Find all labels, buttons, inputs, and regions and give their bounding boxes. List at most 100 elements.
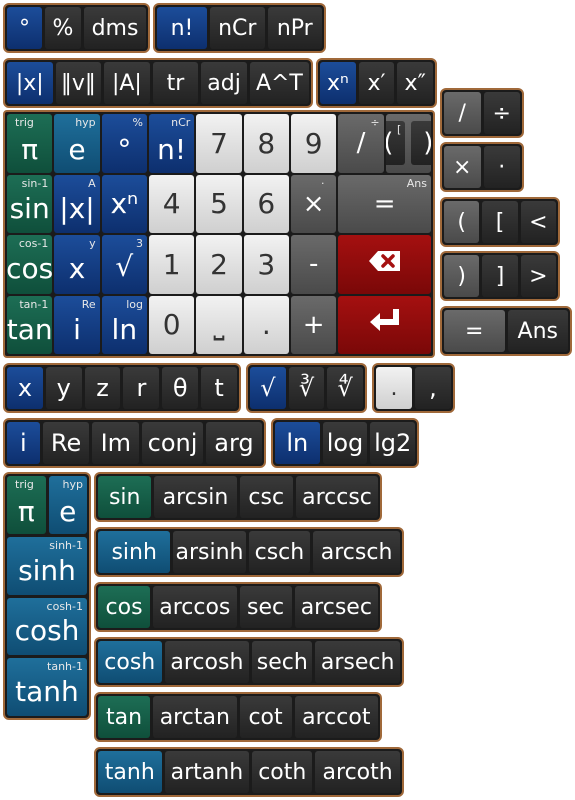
factorial-keypad-key[interactable]: nCr n! [148,114,195,173]
divide-key[interactable]: ÷ [483,92,520,134]
backspace-key[interactable] [338,235,431,294]
dot-key[interactable]: · [483,146,520,188]
less-than-key[interactable]: < [520,201,556,243]
arsinh-key[interactable]: arsinh [173,531,246,573]
digit-6-key[interactable]: 6 [243,174,289,233]
conjugate-key[interactable]: conj [142,422,203,464]
arccos-key[interactable]: arccos [153,586,237,628]
degree-keypad-key[interactable]: % ° [101,114,147,173]
root-key[interactable]: 3 √ [101,235,147,294]
equals-key[interactable]: = [444,310,505,352]
sin-fn-key[interactable]: sin [98,476,152,518]
pi-key[interactable]: trig π [7,114,53,173]
cosh-fn-key[interactable]: cosh [98,641,162,683]
power-keypad-key[interactable]: xⁿ [101,174,147,233]
digit-2-key[interactable]: 2 [196,235,242,294]
sech-key[interactable]: sech [252,641,313,683]
argument-key[interactable]: arg [205,422,263,464]
open-paren-keypad-key[interactable]: [ ( [385,121,406,166]
imaginary-key[interactable]: Re i [54,295,100,354]
arcsec-key[interactable]: arcsec [294,586,378,628]
close-square-key[interactable]: ] [482,255,518,297]
digit-5-key[interactable]: 5 [196,174,242,233]
digit-4-key[interactable]: 4 [148,174,195,233]
equals-keypad-key[interactable]: Ans = [338,174,431,233]
csc-key[interactable]: csc [239,476,293,518]
digit-7-key[interactable]: 7 [196,114,242,173]
close-paren-key[interactable]: ) [444,255,480,297]
double-prime-key[interactable]: x″ [397,62,434,104]
times-key[interactable]: × [444,146,481,188]
ln-keypad-key[interactable]: log ln [101,295,147,354]
var-theta-key[interactable]: θ [162,367,199,409]
abs-keypad-key[interactable]: A |x| [54,174,100,233]
arcosh-key[interactable]: arcosh [164,641,250,683]
var-r-key[interactable]: r [123,367,160,409]
log-key[interactable]: log [322,422,368,464]
var-y-key[interactable]: y [45,367,82,409]
comma-key[interactable]: , [415,367,451,409]
cbrt-key[interactable]: ∛ [288,367,325,409]
var-x-key[interactable]: x [7,367,43,409]
greater-than-key[interactable]: > [520,255,556,297]
cot-key[interactable]: cot [239,696,292,738]
determinant-key[interactable]: |A| [104,62,150,104]
sinh-fn-key[interactable]: sinh [98,531,171,573]
tan-fn-key[interactable]: tan [98,696,151,738]
ncr-key[interactable]: nCr [210,7,265,49]
tanh-key[interactable]: tanh-1 tanh [7,658,87,716]
paren-pair-key[interactable]: [ ( ] ) [385,114,431,173]
sinh-key[interactable]: sinh-1 sinh [7,536,87,595]
arccsc-key[interactable]: arccsc [295,476,378,518]
artanh-key[interactable]: artanh [164,751,250,793]
csch-key[interactable]: csch [248,531,311,573]
sec-key[interactable]: sec [239,586,292,628]
fourth-root-key[interactable]: ∜ [327,367,364,409]
open-paren-key[interactable]: ( [444,201,480,243]
ln-key[interactable]: ln [275,422,320,464]
sqrt-key[interactable]: √ [250,367,286,409]
cosh-key[interactable]: cosh-1 cosh [7,597,87,656]
real-part-key[interactable]: Re [42,422,90,464]
slash-keypad-key[interactable]: ÷ / [338,114,384,173]
abs-key[interactable]: |x| [7,62,53,104]
tan-key[interactable]: tan-1 tan [7,295,53,354]
arcsin-key[interactable]: arcsin [154,476,237,518]
space-key[interactable]: ⎵ [196,295,242,354]
cos-fn-key[interactable]: cos [98,586,151,628]
digit-3-key[interactable]: 3 [243,235,289,294]
e-toggle-key[interactable]: hyp e [48,476,87,534]
minus-key[interactable]: - [290,235,337,294]
open-square-key[interactable]: [ [482,201,518,243]
factorial-key[interactable]: n! [157,7,207,49]
digit-0-key[interactable]: 0 [148,295,195,354]
coth-key[interactable]: coth [252,751,313,793]
arcsch-key[interactable]: arcsch [313,531,400,573]
npr-key[interactable]: nPr [267,7,322,49]
prime-key[interactable]: x′ [358,62,395,104]
digit-8-key[interactable]: 8 [243,114,289,173]
transpose-key[interactable]: A^T [249,62,310,104]
degree-key[interactable]: ° [7,7,42,49]
x-power-y-key[interactable]: y x [54,235,100,294]
imag-part-key[interactable]: Im [92,422,140,464]
imaginary-unit-key[interactable]: i [7,422,40,464]
vector-norm-key[interactable]: ‖v‖ [55,62,102,104]
lg2-key[interactable]: lg2 [370,422,416,464]
ans-key[interactable]: Ans [507,310,568,352]
digit-9-key[interactable]: 9 [290,114,337,173]
arsech-key[interactable]: arsech [315,641,400,683]
var-t-key[interactable]: t [201,367,237,409]
decimal-key[interactable]: . [243,295,289,354]
digit-1-key[interactable]: 1 [148,235,195,294]
times-keypad-key[interactable]: · × [290,174,337,233]
cos-key[interactable]: cos-1 cos [7,235,53,294]
plus-key[interactable]: + [290,295,337,354]
close-paren-keypad-key[interactable]: ] ) [411,121,431,166]
arccot-key[interactable]: arccot [294,696,378,738]
period-key[interactable]: . [376,367,412,409]
tanh-fn-key[interactable]: tanh [98,751,162,793]
arcoth-key[interactable]: arcoth [315,751,400,793]
enter-key[interactable] [338,295,431,354]
adjugate-key[interactable]: adj [201,62,247,104]
